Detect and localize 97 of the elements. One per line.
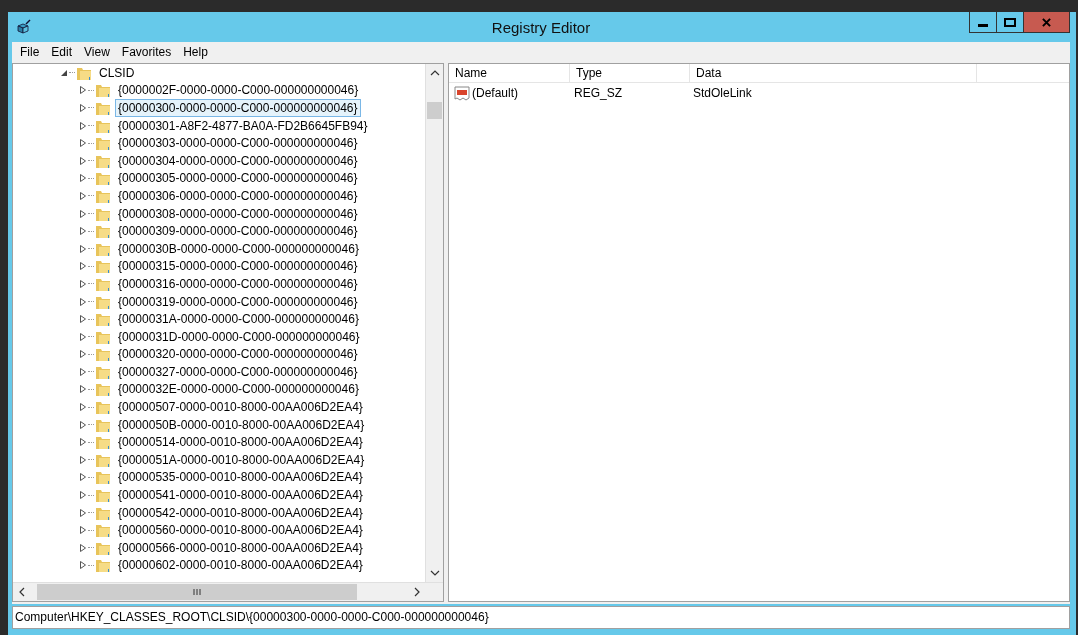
folder-icon [95, 469, 111, 486]
expand-arrow-icon[interactable] [78, 455, 87, 465]
tree-item[interactable]: {00000303-0000-0000-C000-000000000046} [115, 134, 361, 153]
string-value-icon [454, 85, 470, 101]
tree-item[interactable]: {00000319-0000-0000-C000-000000000046} [115, 292, 361, 311]
folder-icon [95, 381, 111, 398]
tree-item[interactable]: {0000031D-0000-0000-C000-000000000046} [115, 327, 363, 346]
folder-icon [95, 487, 111, 504]
tree-item[interactable]: {00000316-0000-0000-C000-000000000046} [115, 274, 361, 293]
expand-arrow-icon[interactable] [78, 490, 87, 500]
folder-icon [95, 258, 111, 275]
window-title: Registry Editor [490, 19, 592, 36]
expand-arrow-icon[interactable] [78, 261, 87, 271]
tree-item[interactable]: {00000541-0000-0010-8000-00AA006D2EA4} [115, 486, 366, 505]
menu-item[interactable]: File [14, 45, 46, 59]
grip-icon [193, 588, 201, 596]
tree-item[interactable]: {00000309-0000-0000-C000-000000000046} [115, 222, 361, 241]
expand-arrow-icon[interactable] [78, 525, 87, 535]
expand-arrow-icon[interactable] [78, 156, 87, 166]
column-header[interactable]: Data [690, 64, 977, 82]
expand-arrow-icon[interactable] [78, 314, 87, 324]
close-icon [1041, 17, 1052, 27]
close-button[interactable] [1023, 12, 1070, 33]
tree-item[interactable]: {00000535-0000-0010-8000-00AA006D2EA4} [115, 468, 366, 487]
tree-item[interactable]: {00000542-0000-0010-8000-00AA006D2EA4} [115, 503, 366, 522]
vertical-scrollbar[interactable] [425, 64, 443, 582]
folder-icon [95, 223, 111, 240]
tree-item[interactable]: {00000602-0000-0010-8000-00AA006D2EA4} [115, 556, 366, 575]
expand-arrow-icon[interactable] [78, 349, 87, 359]
menu-item[interactable]: View [78, 45, 116, 59]
tree-item[interactable]: {00000566-0000-0010-8000-00AA006D2EA4} [115, 538, 366, 557]
expand-arrow-icon[interactable] [78, 560, 87, 570]
expand-arrow-icon[interactable] [78, 85, 87, 95]
tree-item[interactable]: {00000560-0000-0010-8000-00AA006D2EA4} [115, 521, 366, 540]
tree-item[interactable]: {00000301-A8F2-4877-BA0A-FD2B6645FB94} [115, 116, 371, 135]
value-name: (Default) [472, 86, 518, 100]
folder-icon [95, 82, 111, 99]
expand-arrow-icon[interactable] [78, 385, 87, 394]
folder-icon [95, 522, 111, 539]
tree-item[interactable]: {0000030B-0000-0000-C000-000000000046} [115, 239, 362, 258]
folder-icon [95, 399, 111, 416]
column-header[interactable]: Type [570, 64, 690, 82]
tree-item[interactable]: {0000050B-0000-0010-8000-00AA006D2EA4} [115, 415, 368, 434]
tree-item[interactable]: {00000304-0000-0000-C000-000000000046} [115, 151, 361, 170]
tree-item[interactable]: {00000514-0000-0010-8000-00AA006D2EA4} [115, 433, 366, 452]
scroll-thumb[interactable] [427, 102, 442, 119]
expand-arrow-icon[interactable] [78, 173, 87, 183]
tree-item[interactable]: {00000305-0000-0000-C000-000000000046} [115, 169, 361, 188]
tree-item[interactable]: {00000308-0000-0000-C000-000000000046} [115, 204, 361, 223]
expand-arrow-icon[interactable] [78, 279, 87, 289]
column-header[interactable]: Name [449, 64, 570, 82]
tree-item[interactable]: {0000032E-0000-0000-C000-000000000046} [115, 380, 362, 399]
expand-arrow-icon[interactable] [78, 138, 87, 148]
folder-icon [95, 170, 111, 187]
horizontal-scrollbar[interactable] [13, 583, 426, 601]
expand-arrow-icon[interactable] [78, 103, 87, 113]
tree-item[interactable]: {00000320-0000-0000-C000-000000000046} [115, 345, 361, 364]
menu-item[interactable]: Edit [45, 45, 79, 59]
folder-icon [95, 100, 111, 116]
registry-icon [16, 19, 32, 35]
expand-arrow-icon[interactable] [78, 543, 87, 553]
expand-arrow-icon[interactable] [78, 437, 87, 447]
tree-item[interactable]: {00000315-0000-0000-C000-000000000046} [115, 257, 361, 276]
expand-arrow-icon[interactable] [78, 367, 87, 377]
expand-arrow-icon[interactable] [78, 420, 87, 430]
tree-item[interactable]: {00000507-0000-0010-8000-00AA006D2EA4} [115, 398, 366, 417]
tree-item[interactable]: {0000051A-0000-0010-8000-00AA006D2EA4} [115, 450, 368, 469]
expand-arrow-icon[interactable] [78, 402, 87, 412]
value-type: REG_SZ [573, 86, 623, 100]
menu-item[interactable]: Favorites [115, 45, 178, 59]
expand-arrow-icon[interactable] [78, 121, 87, 131]
scroll-thumb[interactable] [37, 584, 357, 600]
expand-arrow-icon[interactable] [78, 297, 87, 306]
minimize-button[interactable] [969, 12, 997, 33]
menu-item[interactable]: Help [177, 45, 214, 59]
status-bar: Computer\HKEY_CLASSES_ROOT\CLSID\{00000300-0000-0000-C000-000000000046} [12, 606, 1070, 629]
collapse-arrow-icon[interactable] [59, 68, 68, 78]
tree-item[interactable]: {00000327-0000-0000-C000-000000000046} [115, 362, 361, 381]
expand-arrow-icon[interactable] [78, 209, 87, 219]
tree-item[interactable]: CLSID [96, 64, 138, 82]
expand-arrow-icon[interactable] [78, 244, 87, 254]
tree-item[interactable]: {00000300-0000-0000-C000-000000000046} [115, 99, 361, 117]
expand-arrow-icon[interactable] [78, 226, 87, 236]
value-data: StdOleLink [692, 86, 753, 100]
expand-arrow-icon[interactable] [78, 508, 87, 518]
tree-item[interactable]: {0000031A-0000-0000-C000-000000000046} [115, 310, 362, 329]
expand-arrow-icon[interactable] [78, 332, 87, 342]
folder-icon [95, 311, 111, 328]
folder-icon [95, 557, 111, 574]
folder-icon [95, 135, 111, 152]
folder-icon [95, 346, 111, 363]
folder-icon [95, 434, 111, 451]
expand-arrow-icon[interactable] [78, 191, 87, 201]
tree-item[interactable]: {00000306-0000-0000-C000-000000000046} [115, 186, 361, 205]
tree-item[interactable]: {0000002F-0000-0000-C000-000000000046} [115, 81, 362, 100]
expand-arrow-icon[interactable] [78, 472, 87, 482]
scrollbar-corner [426, 583, 443, 601]
